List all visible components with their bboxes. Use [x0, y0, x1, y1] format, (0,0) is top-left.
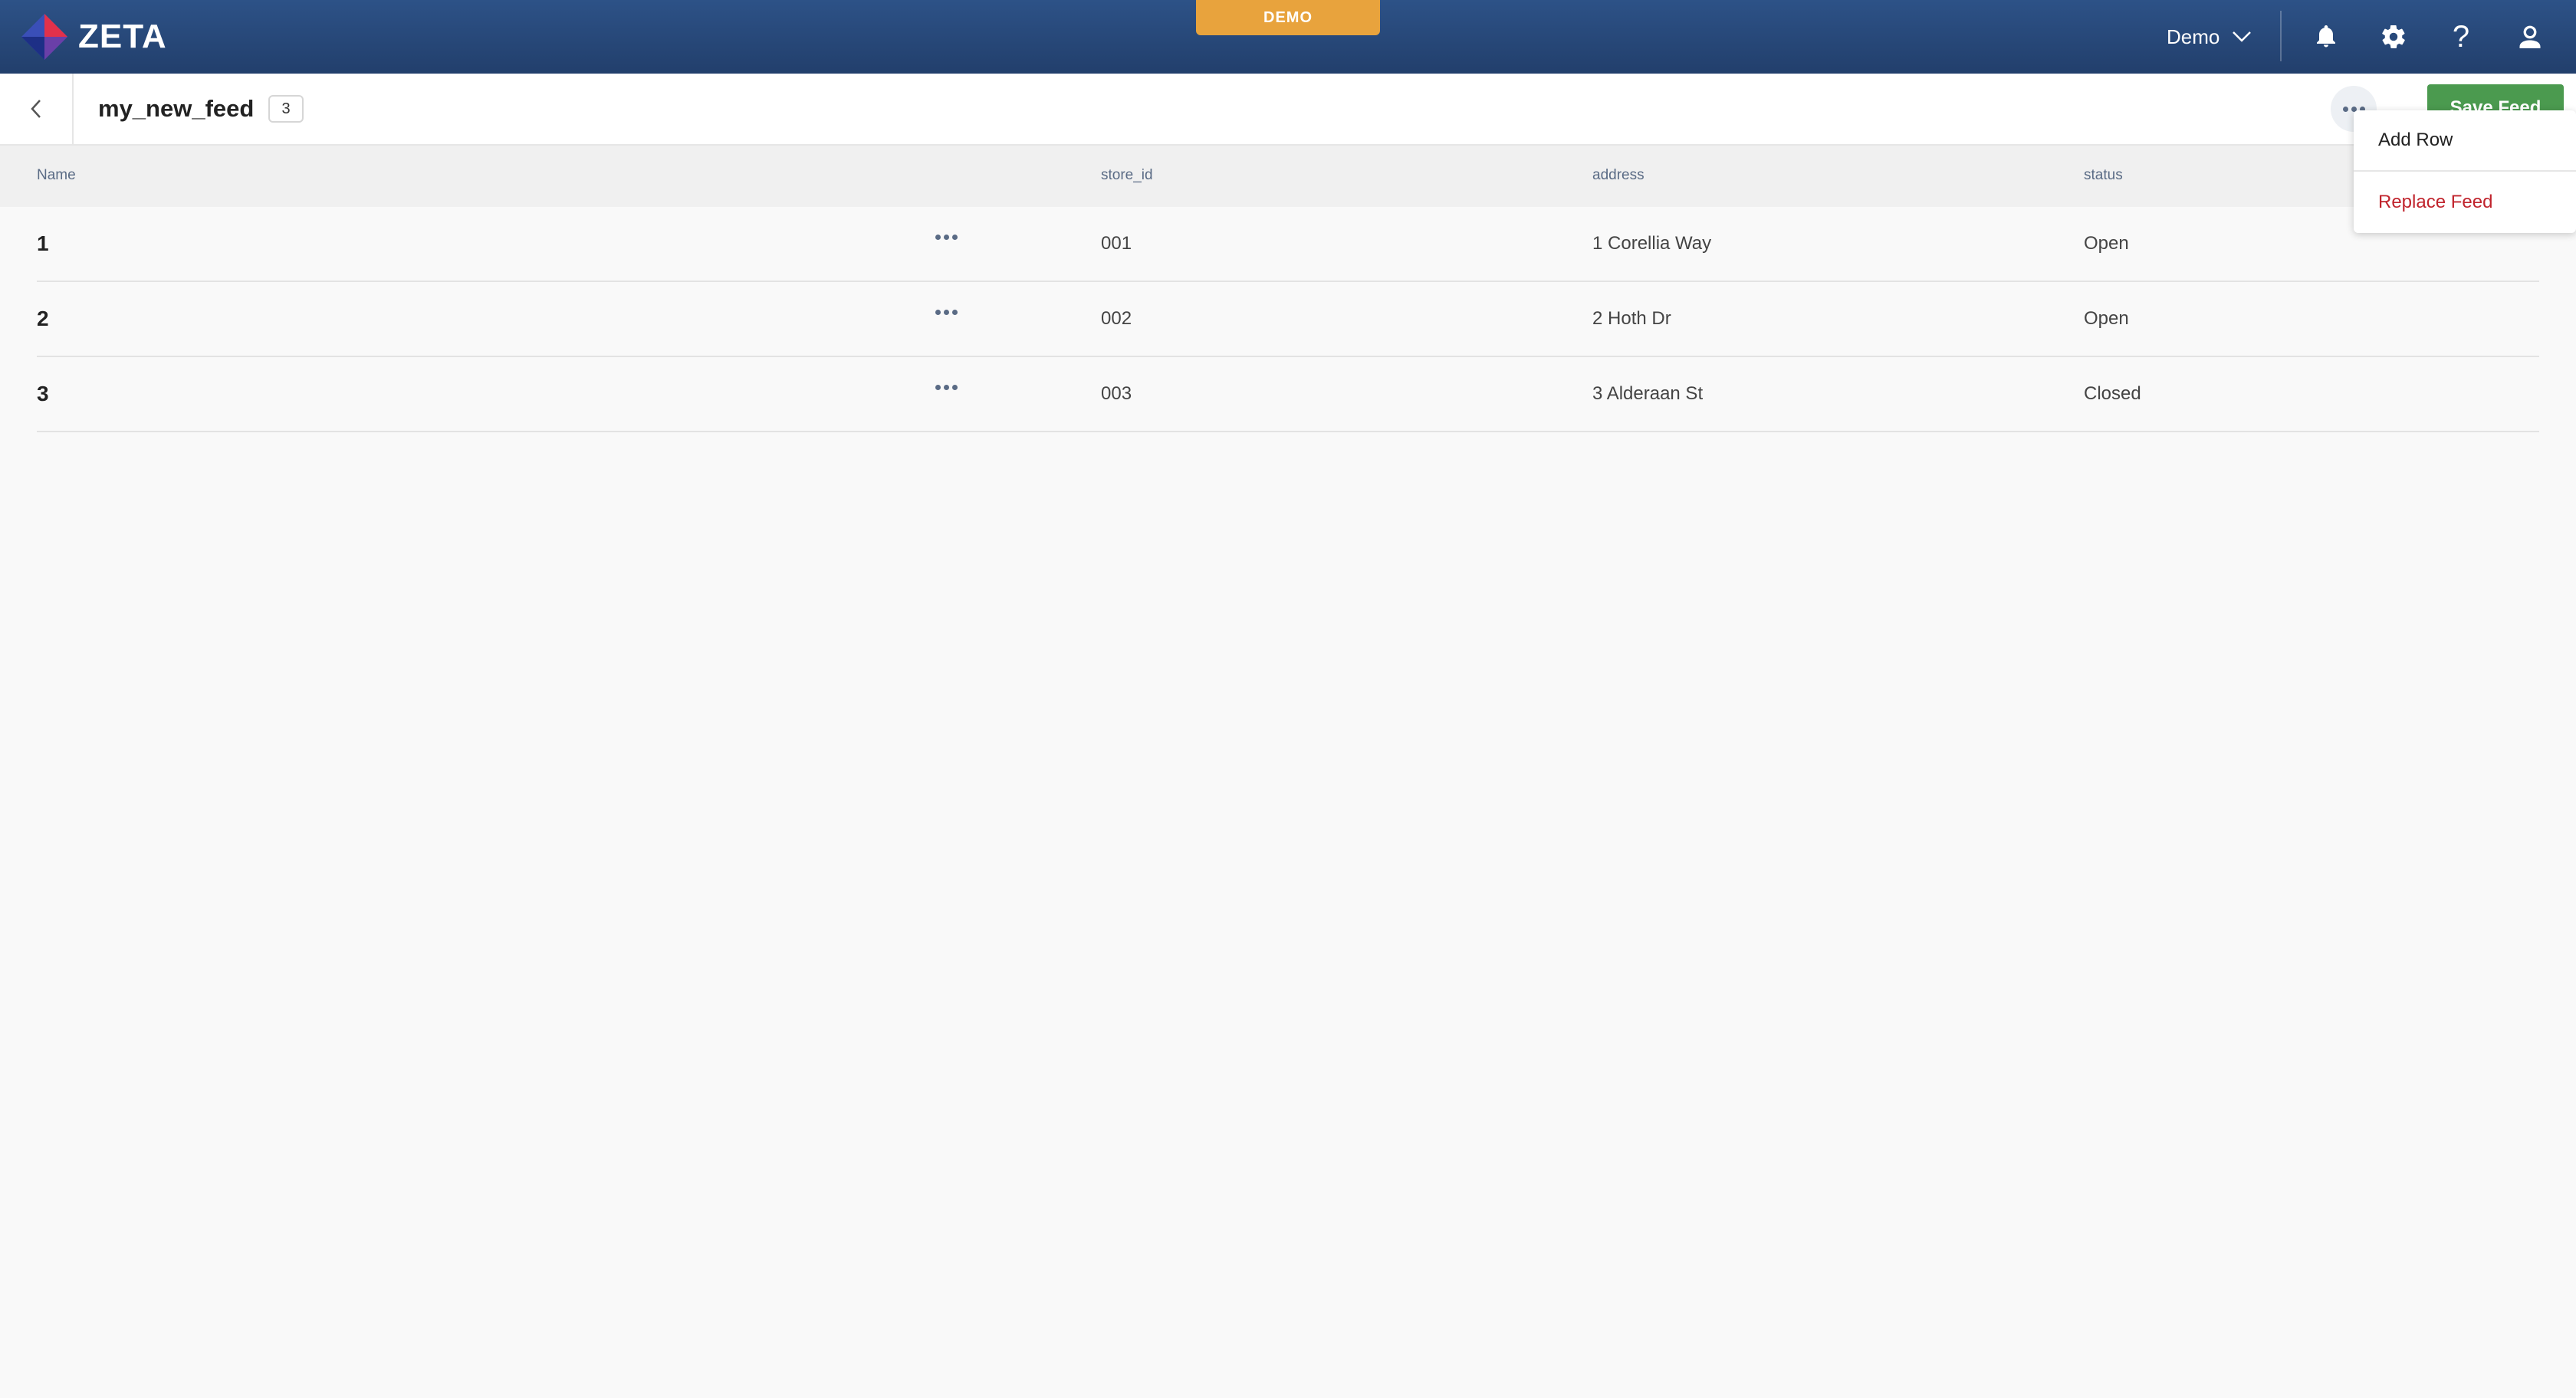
- chevron-down-icon: [2233, 31, 2252, 42]
- ellipsis-icon: [935, 309, 941, 315]
- menu-item-replace-feed[interactable]: Replace Feed: [2354, 172, 2576, 233]
- top-navigation-bar: ZETA DEMO Demo ?: [0, 0, 2576, 74]
- user-icon: [2519, 25, 2541, 48]
- row-options-button[interactable]: [929, 376, 963, 399]
- feed-title: my_new_feed: [98, 95, 255, 122]
- question-icon: ?: [2452, 20, 2470, 54]
- notifications-button[interactable]: [2308, 18, 2344, 55]
- column-header-name[interactable]: Name: [37, 167, 76, 184]
- table-row[interactable]: 1 001 1 Corellia Way Open: [37, 207, 2539, 282]
- demo-banner: DEMO: [1196, 0, 1380, 35]
- feed-options-menu: Add Row Replace Feed: [2354, 110, 2576, 233]
- column-header-store-id[interactable]: store_id: [1101, 167, 1153, 184]
- cell-store-id: 003: [1101, 383, 1132, 404]
- cell-status: Open: [2084, 308, 2129, 329]
- column-header-status[interactable]: status: [2084, 167, 2123, 184]
- cell-address: 2 Hoth Dr: [1592, 308, 1671, 329]
- zeta-diamond-icon: [21, 14, 67, 60]
- cell-address: 1 Corellia Way: [1592, 233, 1712, 254]
- row-name: 3: [37, 382, 49, 405]
- settings-button[interactable]: [2375, 18, 2412, 55]
- cell-store-id: 002: [1101, 308, 1132, 329]
- ellipsis-icon: [935, 384, 941, 390]
- menu-item-add-row[interactable]: Add Row: [2354, 110, 2576, 172]
- ellipsis-icon: [935, 234, 941, 240]
- cell-store-id: 001: [1101, 233, 1132, 254]
- row-options-button[interactable]: [929, 225, 963, 248]
- row-count-badge: 3: [268, 95, 304, 123]
- cell-status: Closed: [2084, 383, 2141, 404]
- zeta-logo[interactable]: ZETA: [20, 12, 167, 61]
- row-options-button[interactable]: [929, 300, 963, 323]
- table-row[interactable]: 3 003 3 Alderaan St Closed: [37, 357, 2539, 432]
- help-button[interactable]: ?: [2443, 18, 2479, 55]
- bell-icon: [2317, 25, 2335, 48]
- gear-icon: [2382, 25, 2405, 49]
- row-name: 2: [37, 307, 49, 330]
- feed-header: my_new_feed 3: [0, 74, 2576, 146]
- logo-text: ZETA: [78, 18, 167, 55]
- account-switcher[interactable]: Demo: [2167, 18, 2252, 55]
- chevron-left-icon: [31, 100, 41, 118]
- table-row[interactable]: 2 002 2 Hoth Dr Open: [37, 282, 2539, 357]
- back-button[interactable]: [0, 74, 74, 144]
- account-label: Demo: [2167, 25, 2220, 48]
- row-name: 1: [37, 231, 49, 255]
- cell-address: 3 Alderaan St: [1592, 383, 1704, 404]
- column-header-address[interactable]: address: [1592, 167, 1644, 184]
- user-menu-button[interactable]: [2512, 18, 2548, 55]
- cell-status: Open: [2084, 233, 2129, 254]
- table-header: Name store_id address status: [0, 146, 2576, 207]
- nav-divider: [2280, 11, 2282, 61]
- ellipsis-icon: [2342, 106, 2348, 112]
